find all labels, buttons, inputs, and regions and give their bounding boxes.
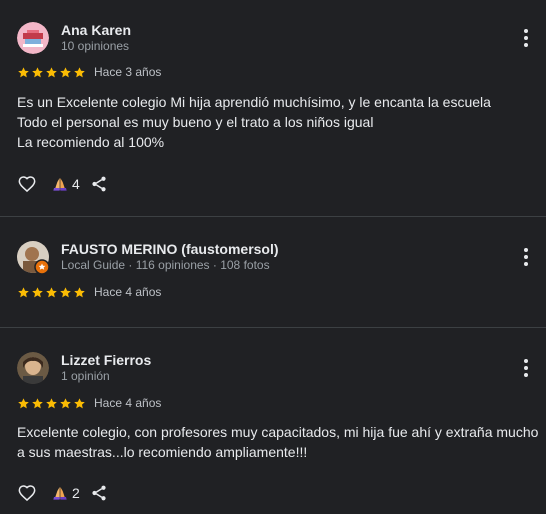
star-icon — [17, 286, 30, 299]
rating-row: Hace 3 años — [17, 64, 161, 80]
reaction-count: 4 — [72, 176, 80, 192]
star-rating — [17, 66, 86, 79]
avatar[interactable] — [17, 352, 49, 384]
review-date: Hace 3 años — [94, 65, 162, 79]
star-icon — [73, 66, 86, 79]
star-icon — [73, 286, 86, 299]
star-icon — [45, 397, 58, 410]
star-icon — [17, 66, 30, 79]
review-card: FAUSTO MERINO (faustomersol) Local Guide… — [0, 217, 546, 327]
reaction-button[interactable]: 2 — [52, 485, 80, 501]
review-card: Lizzet Fierros 1 opinión Hace 4 años Exc… — [0, 328, 546, 514]
star-icon — [31, 66, 44, 79]
reviewer-meta: 1 opinión — [61, 369, 110, 383]
more-vertical-icon[interactable] — [516, 246, 536, 268]
review-text-line: a sus maestras...lo recomiendo ampliamen… — [17, 444, 308, 460]
rating-row: Hace 4 años — [17, 284, 161, 300]
star-icon — [59, 286, 72, 299]
review-card: Ana Karen 10 opiniones Hace 3 años Es un… — [0, 0, 546, 216]
star-icon — [31, 397, 44, 410]
review-text-line: La recomiendo al 100% — [17, 134, 165, 150]
review-date: Hace 4 años — [94, 396, 162, 410]
share-icon[interactable] — [90, 175, 108, 193]
star-icon — [31, 286, 44, 299]
reaction-button[interactable]: 4 — [52, 176, 80, 192]
reviewer-name[interactable]: Ana Karen — [61, 22, 131, 38]
star-icon — [59, 397, 72, 410]
review-date: Hace 4 años — [94, 285, 162, 299]
star-icon — [59, 66, 72, 79]
praying-hands-icon — [52, 176, 68, 192]
review-text-line: Es un Excelente colegio Mi hija aprendió… — [17, 94, 491, 110]
avatar[interactable] — [17, 22, 49, 54]
review-actions: 2 — [16, 481, 108, 505]
reviewer-name[interactable]: FAUSTO MERINO (faustomersol) — [61, 241, 279, 257]
more-vertical-icon[interactable] — [516, 27, 536, 49]
star-icon — [45, 66, 58, 79]
praying-hands-icon — [52, 485, 68, 501]
review-text-line: Excelente colegio, con profesores muy ca… — [17, 424, 539, 440]
more-vertical-icon[interactable] — [516, 357, 536, 379]
heart-outline-icon[interactable] — [16, 483, 38, 503]
reviewer-meta: 10 opiniones — [61, 39, 130, 53]
review-text: Excelente colegio, con profesores muy ca… — [17, 422, 539, 462]
reviewer-name[interactable]: Lizzet Fierros — [61, 352, 151, 368]
star-icon — [45, 286, 58, 299]
review-text: Es un Excelente colegio Mi hija aprendió… — [17, 92, 537, 152]
star-rating — [17, 286, 86, 299]
star-icon — [73, 397, 86, 410]
rating-row: Hace 4 años — [17, 395, 161, 411]
review-text-line: Todo el personal es muy bueno y el trato… — [17, 114, 374, 130]
review-actions: 4 — [16, 172, 108, 196]
reviews-list: Ana Karen 10 opiniones Hace 3 años Es un… — [0, 0, 546, 514]
share-icon[interactable] — [90, 484, 108, 502]
reviewer-meta[interactable]: Local Guide · 116 opiniones · 108 fotos — [61, 258, 270, 272]
star-rating — [17, 397, 86, 410]
star-icon — [17, 397, 30, 410]
heart-outline-icon[interactable] — [16, 174, 38, 194]
reaction-count: 2 — [72, 485, 80, 501]
avatar[interactable] — [17, 241, 50, 275]
